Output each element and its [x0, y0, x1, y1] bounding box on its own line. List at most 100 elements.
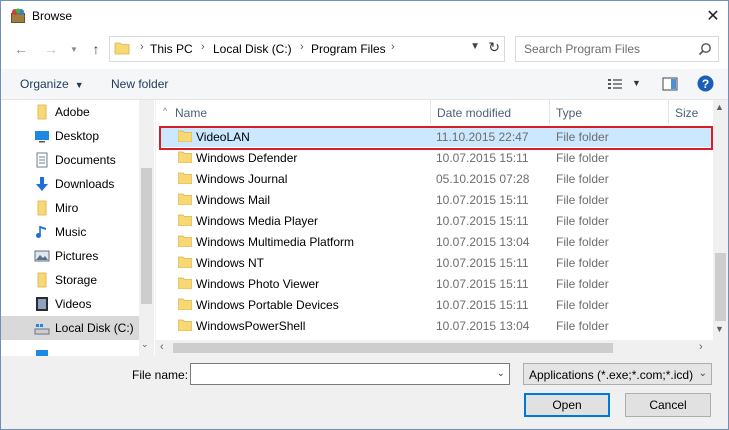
file-name: Windows Mail	[196, 193, 271, 207]
file-row[interactable]: Windows Photo Viewer 10.07.2015 15:11 Fi…	[159, 273, 713, 294]
downloads-icon	[36, 177, 48, 191]
file-type: File folder	[556, 193, 609, 207]
scroll-left-icon[interactable]: ‹	[160, 341, 164, 353]
window-title: Browse	[32, 9, 73, 23]
file-name: Windows Media Player	[196, 214, 319, 228]
file-list-horizontal-scrollbar[interactable]: ‹ ›	[156, 340, 713, 356]
open-button[interactable]: Open	[524, 393, 610, 417]
sidebar-scrollbar[interactable]: ⌄	[139, 100, 154, 356]
up-button[interactable]: ↑	[87, 40, 105, 58]
sidebar-item-miro[interactable]: Miro	[1, 196, 139, 220]
file-row[interactable]: Windows Defender 10.07.2015 15:11 File f…	[159, 147, 713, 168]
file-row[interactable]: Windows Journal 05.10.2015 07:28 File fo…	[159, 168, 713, 189]
view-dropdown-icon[interactable]: ▼	[632, 78, 641, 88]
scroll-up-icon[interactable]: ▲	[715, 102, 724, 112]
file-row[interactable]: WindowsPowerShell 10.07.2015 13:04 File …	[159, 315, 713, 336]
sidebar-item-label: Videos	[55, 297, 92, 311]
title-bar[interactable]: Browse ✕	[1, 1, 728, 31]
scroll-right-icon[interactable]: ›	[699, 341, 703, 353]
new-folder-button[interactable]: New folder	[111, 77, 168, 91]
sidebar-item-adobe[interactable]: Adobe	[1, 100, 139, 124]
svg-text:?: ?	[702, 77, 709, 91]
file-name: Windows Photo Viewer	[196, 277, 320, 291]
file-name: Windows NT	[196, 256, 265, 270]
sidebar-item-label: Local Disk (C:)	[55, 321, 134, 335]
command-bar: Organize ▼ New folder ▼ ?	[1, 69, 728, 100]
sidebar-item-documents[interactable]: Documents	[1, 148, 139, 172]
folder-icon	[178, 214, 192, 226]
folder-icon	[178, 256, 192, 268]
arrow-left-icon: ←	[14, 41, 28, 57]
navigation-pane: Adobe Desktop Documents Downloads Miro M…	[1, 100, 155, 356]
file-row[interactable]: Windows Portable Devices 10.07.2015 15:1…	[159, 294, 713, 315]
close-button[interactable]: ✕	[698, 1, 728, 31]
preview-pane-icon[interactable]	[662, 77, 678, 91]
sidebar-item-local-disk[interactable]: Local Disk (C:)	[1, 316, 139, 340]
file-name-label: File name:	[132, 368, 189, 382]
folder-icon	[178, 193, 192, 205]
file-name-input[interactable]: ⌄	[190, 363, 510, 385]
refresh-icon[interactable]: ↻	[488, 39, 500, 56]
horizontal-scrollbar-thumb[interactable]	[173, 343, 613, 353]
folder-icon	[178, 151, 192, 163]
selection-highlight-box	[159, 126, 713, 150]
desktop-icon	[35, 131, 49, 143]
file-name: Windows Defender	[196, 151, 298, 165]
file-list-vertical-scrollbar[interactable]: ▲ ▼	[713, 100, 728, 340]
file-date: 10.07.2015 15:11	[436, 298, 529, 312]
music-icon	[36, 226, 46, 238]
sidebar-item-desktop[interactable]: Desktop	[1, 124, 139, 148]
organize-button[interactable]: Organize ▼	[20, 77, 84, 91]
file-row[interactable]: Windows Multimedia Platform 10.07.2015 1…	[159, 231, 713, 252]
chevron-down-icon: ▼	[70, 44, 78, 54]
scroll-down-icon[interactable]: ▼	[715, 324, 724, 334]
cancel-button[interactable]: Cancel	[625, 393, 711, 417]
sidebar-item-downloads[interactable]: Downloads	[1, 172, 139, 196]
breadcrumb-program-files[interactable]: Program Files	[311, 42, 386, 56]
scroll-down-icon[interactable]: ⌄	[141, 339, 149, 350]
recent-locations-button[interactable]: ▼	[65, 40, 83, 58]
view-options-icon[interactable]	[607, 77, 623, 91]
sidebar-item-videos[interactable]: Videos	[1, 292, 139, 316]
chevron-down-icon[interactable]: ⌄	[497, 368, 505, 379]
forward-button[interactable]: →	[42, 40, 60, 58]
videos-icon	[36, 297, 48, 311]
file-date: 10.07.2015 15:11	[436, 256, 529, 270]
vertical-scrollbar-thumb[interactable]	[715, 253, 726, 321]
breadcrumb-separator-icon: ›	[391, 41, 395, 53]
column-header-date[interactable]: Date modified	[430, 100, 550, 124]
folder-icon	[37, 200, 47, 216]
sidebar-item-label: Miro	[55, 201, 79, 215]
column-header-size[interactable]: Size	[668, 100, 713, 124]
sidebar-item-label: Downloads	[55, 177, 115, 191]
column-header-name[interactable]: ^ Name	[156, 100, 431, 124]
column-header-type[interactable]: Type	[549, 100, 669, 124]
sidebar-scrollbar-thumb[interactable]	[141, 168, 152, 304]
breadcrumb-local-disk[interactable]: Local Disk (C:)	[213, 42, 292, 56]
search-input[interactable]: Search Program Files	[515, 36, 719, 62]
file-type-filter-select[interactable]: Applications (*.exe;*.com;*.icd) ⌄	[523, 363, 712, 385]
breadcrumb-this-pc[interactable]: This PC	[150, 42, 193, 56]
address-bar[interactable]: › This PC › Local Disk (C:) › Program Fi…	[109, 36, 505, 62]
file-row[interactable]: Windows NT 10.07.2015 15:11 File folder	[159, 252, 713, 273]
sidebar-item-label: Adobe	[55, 105, 90, 119]
sort-ascending-icon: ^	[163, 106, 168, 116]
sidebar-item-pictures[interactable]: Pictures	[1, 244, 139, 268]
help-icon[interactable]: ?	[697, 75, 714, 92]
file-row[interactable]: Windows Mail 10.07.2015 15:11 File folde…	[159, 189, 713, 210]
search-icon	[698, 43, 711, 56]
file-name: Windows Journal	[196, 172, 288, 186]
file-name: WindowsPowerShell	[196, 319, 306, 333]
sidebar-item-storage[interactable]: Storage	[1, 268, 139, 292]
folder-icon	[114, 42, 130, 55]
address-dropdown-icon[interactable]: ▼	[470, 41, 480, 52]
file-date: 10.07.2015 15:11	[436, 193, 529, 207]
back-button[interactable]: ←	[12, 40, 30, 58]
column-label: Size	[675, 106, 699, 120]
sidebar-item-music[interactable]: Music	[1, 220, 139, 244]
folder-icon	[178, 319, 192, 331]
file-type: File folder	[556, 298, 609, 312]
file-type-filter-value: Applications (*.exe;*.com;*.icd)	[529, 368, 694, 382]
file-row[interactable]: Windows Media Player 10.07.2015 15:11 Fi…	[159, 210, 713, 231]
folder-icon	[37, 272, 47, 288]
